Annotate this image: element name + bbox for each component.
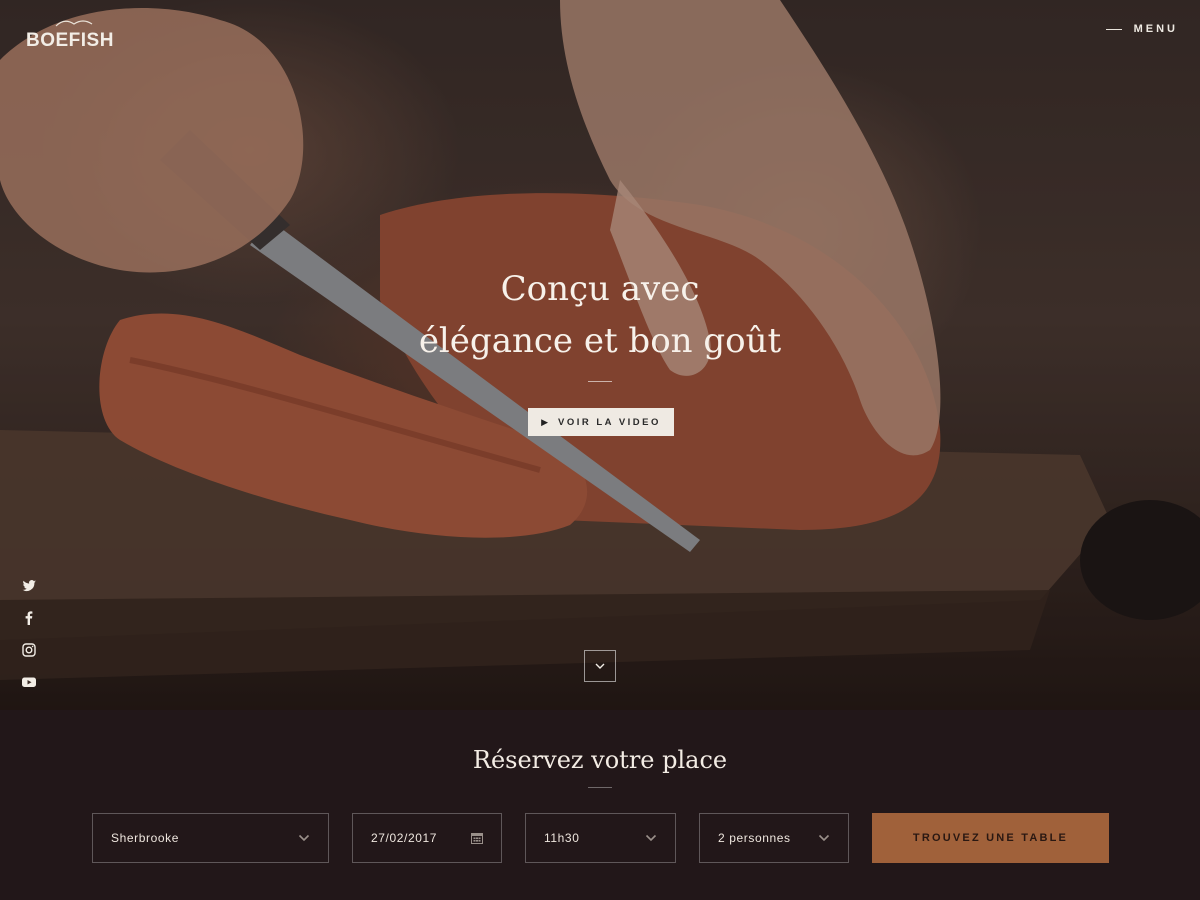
headline-divider — [588, 381, 612, 382]
date-field[interactable]: 27/02/2017 — [352, 813, 502, 863]
menu-label: MENU — [1133, 23, 1178, 35]
bird-mark-icon — [55, 20, 93, 27]
chevron-down-icon — [645, 834, 657, 842]
find-table-button[interactable]: TROUVEZ UNE TABLE — [872, 813, 1109, 863]
youtube-icon[interactable] — [20, 673, 38, 691]
watch-video-label: VOIR LA VIDEO — [558, 416, 661, 428]
chevron-down-icon — [818, 834, 830, 842]
menu-line-icon — [1105, 28, 1122, 30]
headline-line-2: élégance et bon goût — [418, 321, 782, 361]
reservation-title: Réservez votre place — [472, 746, 728, 774]
location-value: Sherbrooke — [111, 831, 180, 845]
facebook-icon[interactable] — [20, 609, 38, 627]
reservation-section: Réservez votre place Sherbrooke 27/02/20… — [0, 710, 1200, 900]
find-table-label: TROUVEZ UNE TABLE — [912, 832, 1069, 844]
twitter-icon[interactable] — [20, 577, 38, 595]
menu-button[interactable]: MENU — [1105, 23, 1178, 35]
scroll-down-button[interactable] — [584, 650, 616, 682]
time-select[interactable]: 11h30 — [525, 813, 676, 863]
hero-section: BOEFISH MENU Conçu avec élégance et bon … — [0, 0, 1200, 710]
reservation-divider — [588, 787, 612, 788]
social-links — [20, 577, 38, 705]
watch-video-button[interactable]: ▶ VOIR LA VIDEO — [528, 408, 674, 436]
date-value: 27/02/2017 — [371, 831, 438, 845]
calendar-icon — [471, 833, 483, 844]
location-select[interactable]: Sherbrooke — [92, 813, 329, 863]
play-icon: ▶ — [541, 416, 549, 427]
headline-line-1: Conçu avec — [500, 269, 700, 309]
brand-name: BOEFISH — [26, 30, 114, 51]
time-value: 11h30 — [544, 831, 580, 845]
instagram-icon[interactable] — [20, 641, 38, 659]
brand-logo[interactable]: BOEFISH — [26, 18, 114, 52]
hero-headline: Conçu avec élégance et bon goût — [0, 263, 1200, 382]
chevron-down-icon — [595, 663, 605, 669]
guests-value: 2 personnes — [718, 831, 791, 845]
chevron-down-icon — [298, 834, 310, 842]
guests-select[interactable]: 2 personnes — [699, 813, 849, 863]
